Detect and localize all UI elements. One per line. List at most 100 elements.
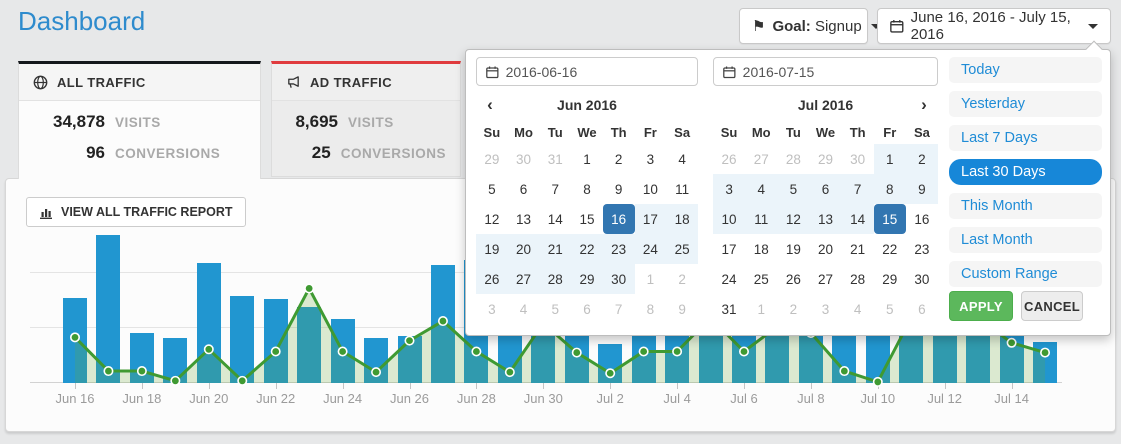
day-cell-jun-2016-13[interactable]: 13	[508, 204, 540, 234]
day-cell-jun-2016-4[interactable]: 4	[666, 144, 698, 174]
day-cell-jun-2016-9[interactable]: 9	[666, 294, 698, 324]
day-cell-jun-2016-8[interactable]: 8	[571, 174, 603, 204]
day-cell-jun-2016-9[interactable]: 9	[603, 174, 635, 204]
day-cell-jul-2016-26[interactable]: 26	[777, 264, 809, 294]
day-cell-jul-2016-30[interactable]: 30	[842, 144, 874, 174]
line-point-jun-18[interactable]	[138, 367, 146, 375]
day-cell-jun-2016-23[interactable]: 23	[603, 234, 635, 264]
day-cell-jul-2016-20[interactable]: 20	[809, 234, 841, 264]
day-cell-jul-2016-29[interactable]: 29	[874, 264, 906, 294]
day-cell-jun-2016-24[interactable]: 24	[635, 234, 667, 264]
day-cell-jun-2016-12[interactable]: 12	[476, 204, 508, 234]
day-cell-jun-2016-26[interactable]: 26	[476, 264, 508, 294]
day-cell-jun-2016-15[interactable]: 15	[571, 204, 603, 234]
line-point-jun-16[interactable]	[71, 333, 79, 341]
day-cell-jun-2016-1[interactable]: 1	[635, 264, 667, 294]
day-cell-jul-2016-27[interactable]: 27	[745, 144, 777, 174]
day-cell-jul-2016-27[interactable]: 27	[809, 264, 841, 294]
goal-selector-button[interactable]: ⚑ Goal: Signup	[739, 8, 868, 44]
day-cell-jun-2016-2[interactable]: 2	[666, 264, 698, 294]
day-cell-jul-2016-8[interactable]: 8	[874, 174, 906, 204]
day-cell-jun-2016-19[interactable]: 19	[476, 234, 508, 264]
line-point-jul-14[interactable]	[1007, 339, 1015, 347]
day-cell-jul-2016-25[interactable]: 25	[745, 264, 777, 294]
day-cell-jun-2016-31[interactable]: 31	[539, 144, 571, 174]
day-cell-jul-2016-16[interactable]: 16	[906, 204, 938, 234]
day-cell-jul-2016-22[interactable]: 22	[874, 234, 906, 264]
range-item-custom-range[interactable]: Custom Range	[949, 261, 1102, 287]
tab-ad-traffic[interactable]: AD TRAFFIC 8,695 VISITS 25 CONVERSIONS	[271, 61, 461, 177]
range-item-last-7-days[interactable]: Last 7 Days	[949, 125, 1102, 151]
range-item-last-month[interactable]: Last Month	[949, 227, 1102, 253]
line-point-jun-19[interactable]	[171, 377, 179, 385]
day-cell-jul-2016-7[interactable]: 7	[842, 174, 874, 204]
apply-button[interactable]: APPLY	[949, 291, 1013, 321]
start-date-field[interactable]	[476, 57, 698, 86]
line-point-jun-28[interactable]	[472, 347, 480, 355]
day-cell-jul-2016-31[interactable]: 31	[713, 294, 745, 324]
next-month-icon[interactable]: ›	[910, 95, 938, 115]
day-cell-jun-2016-20[interactable]: 20	[508, 234, 540, 264]
line-point-jul-2[interactable]	[606, 369, 614, 377]
day-cell-jun-2016-10[interactable]: 10	[635, 174, 667, 204]
day-cell-jul-2016-24[interactable]: 24	[713, 264, 745, 294]
day-cell-jun-2016-3[interactable]: 3	[476, 294, 508, 324]
day-cell-jun-2016-29[interactable]: 29	[571, 264, 603, 294]
day-cell-jul-2016-4[interactable]: 4	[745, 174, 777, 204]
day-cell-jun-2016-11[interactable]: 11	[666, 174, 698, 204]
day-cell-jul-2016-5[interactable]: 5	[874, 294, 906, 324]
day-cell-jun-2016-16-selected[interactable]: 16	[603, 204, 635, 234]
day-cell-jun-2016-8[interactable]: 8	[635, 294, 667, 324]
cancel-button[interactable]: CANCEL	[1021, 291, 1083, 321]
day-cell-jul-2016-2[interactable]: 2	[777, 294, 809, 324]
day-cell-jun-2016-30[interactable]: 30	[603, 264, 635, 294]
line-point-jun-24[interactable]	[338, 347, 346, 355]
day-cell-jul-2016-28[interactable]: 28	[777, 144, 809, 174]
day-cell-jun-2016-4[interactable]: 4	[508, 294, 540, 324]
day-cell-jun-2016-25[interactable]: 25	[666, 234, 698, 264]
day-cell-jun-2016-5[interactable]: 5	[539, 294, 571, 324]
range-item-today[interactable]: Today	[949, 57, 1102, 83]
day-cell-jun-2016-7[interactable]: 7	[539, 174, 571, 204]
day-cell-jul-2016-26[interactable]: 26	[713, 144, 745, 174]
day-cell-jul-2016-12[interactable]: 12	[777, 204, 809, 234]
tab-all-traffic[interactable]: ALL TRAFFIC 34,878 VISITS 96 CONVERSIONS	[18, 61, 261, 179]
line-point-jun-21[interactable]	[238, 377, 246, 385]
line-point-jul-9[interactable]	[840, 367, 848, 375]
day-cell-jul-2016-30[interactable]: 30	[906, 264, 938, 294]
day-cell-jul-2016-4[interactable]: 4	[842, 294, 874, 324]
day-cell-jun-2016-1[interactable]: 1	[571, 144, 603, 174]
day-cell-jul-2016-6[interactable]: 6	[906, 294, 938, 324]
range-item-yesterday[interactable]: Yesterday	[949, 91, 1102, 117]
line-point-jun-29[interactable]	[506, 368, 514, 376]
day-cell-jul-2016-1[interactable]: 1	[874, 144, 906, 174]
line-point-jun-20[interactable]	[205, 345, 213, 353]
line-point-jun-25[interactable]	[372, 368, 380, 376]
day-cell-jun-2016-17[interactable]: 17	[635, 204, 667, 234]
day-cell-jun-2016-2[interactable]: 2	[603, 144, 635, 174]
day-cell-jul-2016-28[interactable]: 28	[842, 264, 874, 294]
line-point-jul-6[interactable]	[740, 347, 748, 355]
day-cell-jun-2016-6[interactable]: 6	[571, 294, 603, 324]
day-cell-jul-2016-5[interactable]: 5	[777, 174, 809, 204]
day-cell-jul-2016-9[interactable]: 9	[906, 174, 938, 204]
day-cell-jul-2016-13[interactable]: 13	[809, 204, 841, 234]
view-all-traffic-report-button[interactable]: VIEW ALL TRAFFIC REPORT	[26, 197, 246, 227]
day-cell-jun-2016-6[interactable]: 6	[508, 174, 540, 204]
day-cell-jul-2016-6[interactable]: 6	[809, 174, 841, 204]
line-point-jun-23[interactable]	[305, 284, 313, 292]
day-cell-jun-2016-21[interactable]: 21	[539, 234, 571, 264]
day-cell-jun-2016-29[interactable]: 29	[476, 144, 508, 174]
day-cell-jun-2016-30[interactable]: 30	[508, 144, 540, 174]
day-cell-jul-2016-15-selected[interactable]: 15	[874, 204, 906, 234]
day-cell-jul-2016-17[interactable]: 17	[713, 234, 745, 264]
end-date-field[interactable]	[713, 57, 938, 86]
date-range-button[interactable]: June 16, 2016 - July 15, 2016	[877, 8, 1111, 44]
day-cell-jul-2016-29[interactable]: 29	[809, 144, 841, 174]
line-point-jul-1[interactable]	[573, 348, 581, 356]
start-date-input[interactable]	[506, 64, 688, 80]
day-cell-jun-2016-3[interactable]: 3	[635, 144, 667, 174]
day-cell-jul-2016-2[interactable]: 2	[906, 144, 938, 174]
end-date-input[interactable]	[743, 64, 928, 80]
line-point-jul-3[interactable]	[639, 347, 647, 355]
